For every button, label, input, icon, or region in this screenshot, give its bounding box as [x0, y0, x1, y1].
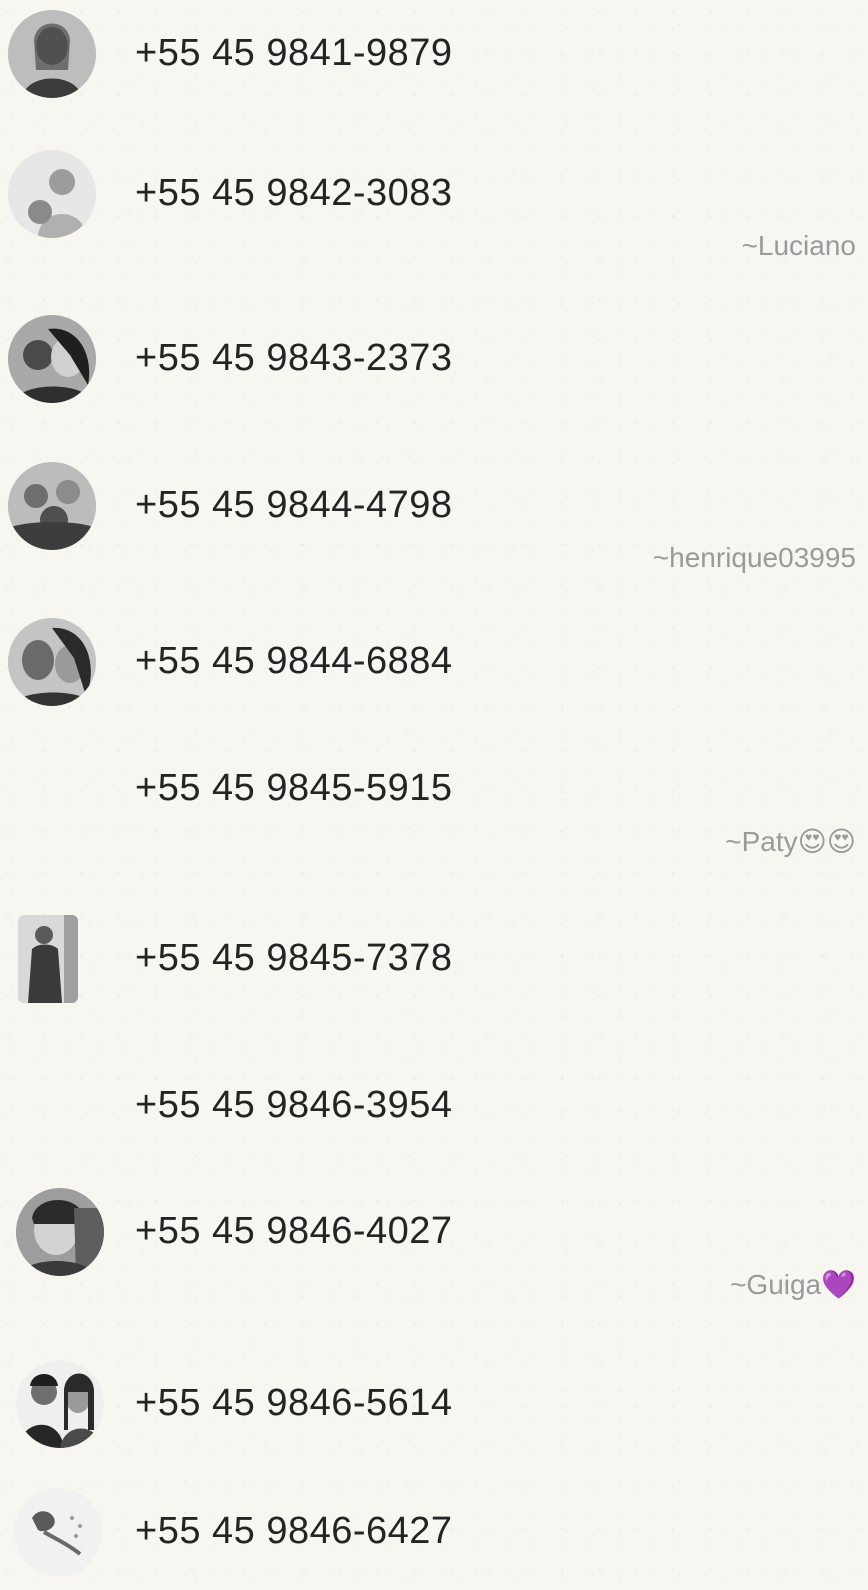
- contact-row[interactable]: +55 45 9846-6427: [0, 1478, 868, 1588]
- contact-phone: +55 45 9843-2373: [135, 337, 453, 379]
- contact-row[interactable]: +55 45 9846-5614: [0, 1350, 868, 1460]
- contact-phone: +55 45 9846-6427: [135, 1510, 453, 1552]
- profile-photo-icon: [8, 462, 96, 550]
- contact-avatar[interactable]: [18, 915, 78, 1003]
- contact-phone: +55 45 9841-9879: [135, 32, 453, 74]
- contact-avatar[interactable]: [16, 1188, 104, 1276]
- contact-row[interactable]: +55 45 9845-5915 ~Paty😍😍: [0, 735, 868, 857]
- contact-phone: +55 45 9846-3954: [135, 1084, 453, 1126]
- contact-phone: +55 45 9844-6884: [135, 640, 453, 682]
- profile-photo-icon: [8, 10, 96, 98]
- contact-phone: +55 45 9846-4027: [135, 1210, 453, 1252]
- contact-avatar[interactable]: [8, 462, 96, 550]
- contact-row[interactable]: +55 45 9843-2373: [0, 305, 868, 415]
- contact-nickname: ~henrique03995: [652, 542, 856, 573]
- profile-photo-icon: [8, 618, 96, 706]
- contact-avatar[interactable]: [8, 10, 96, 98]
- contact-avatar[interactable]: [8, 745, 96, 833]
- profile-photo-icon: [14, 1488, 102, 1576]
- contact-row[interactable]: +55 45 9846-4027 ~Guiga💜: [0, 1178, 868, 1300]
- contact-row[interactable]: +55 45 9842-3083 ~Luciano: [0, 140, 868, 261]
- profile-photo-icon: [16, 1360, 104, 1448]
- contact-avatar[interactable]: [8, 618, 96, 706]
- contact-nickname: ~Guiga💜: [730, 1269, 856, 1300]
- contact-avatar[interactable]: [14, 1488, 102, 1576]
- contact-avatar[interactable]: [8, 1062, 96, 1150]
- contact-nickname: ~Luciano: [741, 230, 856, 261]
- contact-avatar[interactable]: [8, 150, 96, 238]
- contact-row[interactable]: +55 45 9844-4798 ~henrique03995: [0, 452, 868, 573]
- contact-row[interactable]: +55 45 9845-7378: [0, 905, 868, 1015]
- contact-avatar[interactable]: [8, 315, 96, 403]
- contact-phone: +55 45 9845-7378: [135, 937, 453, 979]
- profile-photo-icon: [16, 1188, 104, 1276]
- profile-photo-icon: [8, 150, 96, 238]
- contact-phone: +55 45 9846-5614: [135, 1382, 453, 1424]
- contact-row[interactable]: +55 45 9841-9879: [0, 0, 868, 110]
- contact-row[interactable]: +55 45 9846-3954: [0, 1052, 868, 1162]
- contact-row[interactable]: +55 45 9844-6884: [0, 608, 868, 718]
- contact-phone: +55 45 9842-3083: [135, 172, 453, 214]
- contact-phone: +55 45 9844-4798: [135, 484, 453, 526]
- profile-photo-icon: [8, 315, 96, 403]
- contact-avatar[interactable]: [16, 1360, 104, 1448]
- contact-nickname: ~Paty😍😍: [725, 826, 856, 857]
- contact-phone: +55 45 9845-5915: [135, 767, 453, 809]
- profile-photo-icon: [18, 915, 78, 1003]
